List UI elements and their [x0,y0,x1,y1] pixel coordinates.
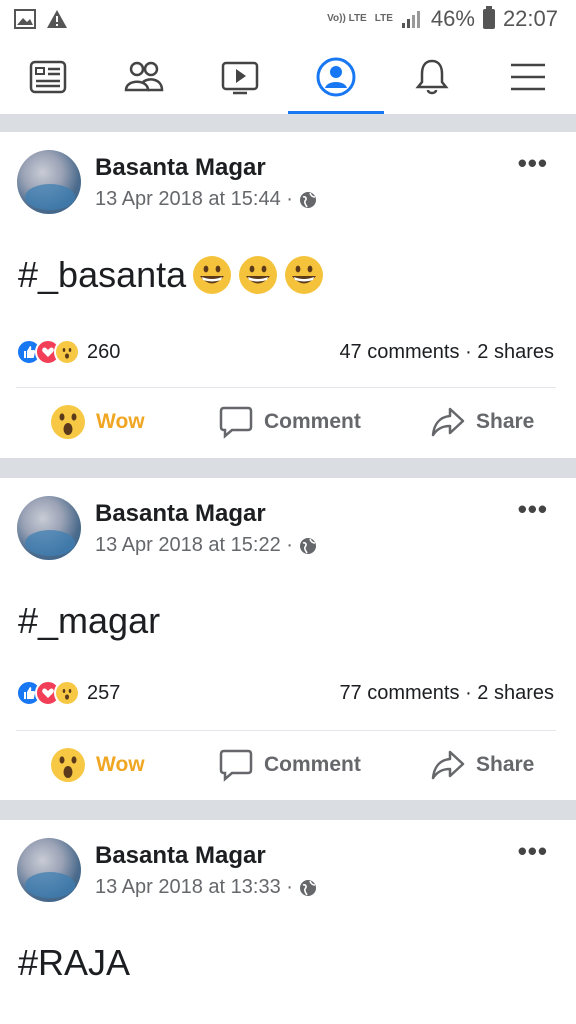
profile-icon [316,57,356,97]
share-count: 2 shares [477,682,554,704]
post-card: Basanta Magar 13 Apr 2018 at 13:33 · •••… [0,820,576,1024]
post-text: #RAJA [18,942,130,984]
bullet-separator: · [465,682,478,704]
warning-icon [47,10,67,28]
post-text: #_magar [18,600,160,642]
battery-percent: 46% [430,6,475,31]
author-name[interactable]: Basanta Magar [95,500,266,528]
author-name[interactable]: Basanta Magar [95,842,266,870]
comment-button[interactable]: Comment [218,747,361,783]
wow-button[interactable]: Wow [50,404,145,440]
wow-reaction-icon [54,339,80,365]
top-nav [0,40,576,114]
battery-icon [482,6,495,29]
reactions-summary[interactable]: 260 [16,339,120,365]
post-card: Basanta Magar 13 Apr 2018 at 15:44 · •••… [0,132,576,458]
comment-label: Comment [264,410,361,433]
more-options-button[interactable]: ••• [518,148,548,179]
post-date[interactable]: 13 Apr 2018 at 15:44 · [95,188,317,211]
avatar[interactable] [17,838,81,902]
engagement-stats[interactable]: 77 comments · 2 shares [339,682,554,705]
nav-friends[interactable] [96,40,192,114]
post-date[interactable]: 13 Apr 2018 at 13:33 · [95,876,317,899]
avatar[interactable] [17,496,81,560]
divider [16,387,556,388]
nav-feed[interactable] [0,40,96,114]
comment-count: 77 comments [339,682,460,704]
avatar[interactable] [17,150,81,214]
author-name[interactable]: Basanta Magar [95,154,266,182]
post-date-text: 13 Apr 2018 at 13:33 · [95,876,293,898]
comment-icon [219,406,253,439]
comment-icon [219,749,253,782]
share-button[interactable]: Share [430,747,534,783]
grinning-emoji-icon [193,256,232,294]
more-options-button[interactable]: ••• [518,494,548,525]
grinning-emoji-icon [285,256,324,294]
feed-icon [29,60,67,94]
bullet-separator: · [465,341,478,363]
post-date[interactable]: 13 Apr 2018 at 15:22 · [95,534,317,557]
status-bar: Vo)) LTE LTE 46% 22:07 [0,0,576,40]
gallery-icon [14,9,36,29]
post-text-content: #RAJA [18,942,131,983]
wow-face-icon [51,748,85,782]
nav-menu[interactable] [480,40,576,114]
post-text-content: #_basanta [18,254,187,295]
comment-label: Comment [264,753,361,776]
post-date-text: 13 Apr 2018 at 15:44 · [95,188,293,210]
more-options-button[interactable]: ••• [518,836,548,867]
comment-count: 47 comments [339,341,460,363]
watch-icon [221,61,259,95]
share-label: Share [476,753,535,776]
section-separator [0,114,576,132]
post-date-text: 13 Apr 2018 at 15:22 · [95,534,293,556]
wow-label: Wow [96,753,145,776]
post-text-content: #_magar [18,600,161,641]
share-count: 2 shares [477,341,554,363]
globe-icon [299,879,316,896]
menu-icon [511,63,545,91]
post-card: Basanta Magar 13 Apr 2018 at 15:22 · •••… [0,478,576,800]
share-button[interactable]: Share [430,404,534,440]
globe-icon [299,191,316,208]
bell-icon [415,59,449,95]
wow-label: Wow [96,410,145,433]
signal-icon [401,11,420,28]
nav-notifications[interactable] [384,40,480,114]
reaction-count: 257 [87,681,121,704]
reactions-summary[interactable]: 257 [16,680,120,706]
section-separator [0,800,576,820]
wow-reaction-icon [54,680,80,706]
friends-icon [124,61,164,92]
lte-indicator: LTE [374,13,393,24]
grinning-emoji-icon [239,256,278,294]
volte-indicator: Vo)) LTE [327,13,367,24]
engagement-stats[interactable]: 47 comments · 2 shares [339,341,554,364]
share-icon [431,407,465,437]
reaction-count: 260 [87,340,121,363]
wow-button[interactable]: Wow [50,747,145,783]
divider [16,730,556,731]
share-icon [431,750,465,780]
section-separator [0,458,576,478]
comment-button[interactable]: Comment [218,404,361,440]
nav-profile[interactable] [288,40,384,114]
share-label: Share [476,410,535,433]
post-text: #_basanta [18,254,324,296]
clock: 22:07 [502,6,558,31]
nav-watch[interactable] [192,40,288,114]
globe-icon [299,537,316,554]
wow-face-icon [51,405,85,439]
